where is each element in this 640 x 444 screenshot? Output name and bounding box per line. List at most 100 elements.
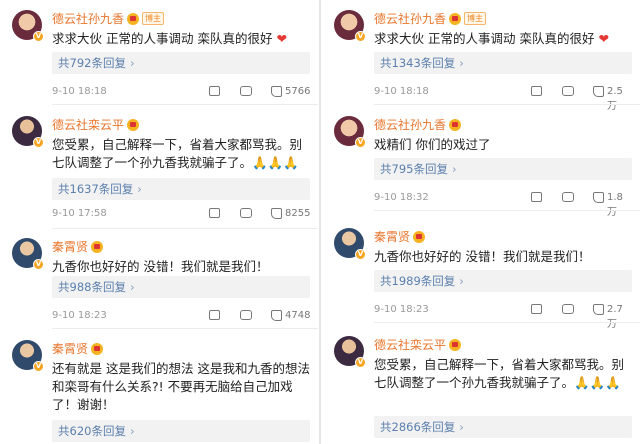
author-row: 秦霄贤 xyxy=(52,340,104,357)
view-replies-link[interactable]: 共792条回复 › xyxy=(52,52,310,74)
comment-text: 求求大伙 正常的人事调动 栾队真的很好 ❤ xyxy=(52,30,310,48)
author-row: 秦霄贤 xyxy=(52,238,104,255)
reply-count: 共1989条回复 xyxy=(380,274,456,288)
comment-text-content: 求求大伙 正常的人事调动 栾队真的很好 xyxy=(374,31,595,46)
chevron-right-icon: › xyxy=(137,182,142,196)
chevron-right-icon: › xyxy=(129,424,135,438)
share-icon[interactable] xyxy=(208,310,220,322)
author-row: 德云社栾云平 xyxy=(52,116,140,133)
verified-badge-icon: V xyxy=(33,137,44,148)
author-name[interactable]: 德云社孙九香 xyxy=(374,10,446,27)
view-replies-link[interactable]: 共1989条回复 › xyxy=(374,270,632,292)
author-name[interactable]: 德云社孙九香 xyxy=(52,10,124,27)
comment-text: 您受累，自己解释一下，省着大家都骂我。别七队调整了一个孙九香我就骗子了。🙏🙏🙏 xyxy=(374,356,632,392)
verified-badge-icon: V xyxy=(355,249,366,260)
heart-emoji: ❤ xyxy=(276,31,287,46)
right-column: V 德云社孙九香 博主求求大伙 正常的人事调动 栾队真的很好 ❤ 共1343条回复 › 9-… xyxy=(322,0,640,444)
comment-meta: 9-10 18:18 5766 xyxy=(52,86,310,100)
author-row: 德云社栾云平 xyxy=(374,336,462,353)
comment-icon[interactable] xyxy=(562,192,574,204)
share-icon[interactable] xyxy=(530,86,542,98)
thumb-up-icon[interactable] xyxy=(592,192,604,204)
verified-badge-icon: V xyxy=(33,259,44,270)
comment-separator xyxy=(52,328,318,329)
verified-badge-icon: V xyxy=(33,31,44,42)
thumb-up-icon[interactable] xyxy=(270,208,282,220)
share-icon[interactable] xyxy=(530,192,542,204)
author-name[interactable]: 德云社栾云平 xyxy=(374,336,446,353)
author-name[interactable]: 秦霄贤 xyxy=(374,228,410,245)
author-name[interactable]: 秦霄贤 xyxy=(52,238,88,255)
view-replies-link[interactable]: 共988条回复 › xyxy=(52,276,310,298)
author-row: 秦霄贤 xyxy=(374,228,426,245)
view-replies-link[interactable]: 共1343条回复 › xyxy=(374,52,632,74)
share-icon-shape xyxy=(530,304,542,314)
comment-separator xyxy=(52,104,318,105)
comment-time: 9-10 18:32 xyxy=(374,192,429,203)
author-name[interactable]: 德云社孙九香 xyxy=(374,116,446,133)
thumb-up-icon[interactable] xyxy=(270,86,282,98)
share-icon-shape xyxy=(208,310,220,320)
chevron-right-icon: › xyxy=(459,274,464,288)
thumb-up-icon[interactable] xyxy=(592,304,604,316)
avatar[interactable]: V xyxy=(334,336,366,368)
avatar[interactable]: V xyxy=(334,228,366,260)
view-replies-link[interactable]: 共2866条回复 › xyxy=(374,416,632,438)
author-row: 德云社孙九香 博主 xyxy=(374,10,487,27)
comment-icon[interactable] xyxy=(240,86,252,98)
column-divider xyxy=(319,0,321,444)
avatar[interactable]: V xyxy=(12,238,44,270)
thumb-up-icon[interactable] xyxy=(592,86,604,98)
thumb-up-icon-shape xyxy=(270,208,282,219)
comment-card: V 秦霄贤 还有就是 这是我们的想法 这是我和九香的想法 和栾哥有什么关系?! 不要… xyxy=(0,330,318,444)
comment-icon[interactable] xyxy=(562,304,574,316)
comment-time: 9-10 18:23 xyxy=(374,304,429,315)
comment-icon[interactable] xyxy=(240,310,252,322)
chevron-right-icon: › xyxy=(459,420,464,434)
reply-count: 共988条回复 xyxy=(58,280,126,294)
comment-icon[interactable] xyxy=(562,86,574,98)
comment-card: V 德云社孙九香 博主求求大伙 正常的人事调动 栾队真的很好 ❤ 共792条回复 › 9-1… xyxy=(0,0,318,106)
heart-emoji: ❤ xyxy=(598,31,609,46)
comment-meta: 9-10 18:23 4748 xyxy=(52,310,310,324)
view-replies-link[interactable]: 共795条回复 › xyxy=(374,158,632,180)
avatar[interactable]: V xyxy=(12,10,44,42)
share-icon[interactable] xyxy=(530,304,542,316)
comment-meta: 9-10 18:23 2.7万 xyxy=(374,304,632,330)
author-name[interactable]: 秦霄贤 xyxy=(52,340,88,357)
comment-icon-shape xyxy=(562,192,574,202)
like-count: 5766 xyxy=(285,86,311,97)
view-replies-link[interactable]: 共620条回复 › xyxy=(52,420,310,442)
reply-count: 共2866条回复 xyxy=(380,420,456,434)
comment-icon-shape xyxy=(562,304,574,314)
member-crown-icon xyxy=(91,240,104,253)
comment-text: 戏精们 你们的戏过了 xyxy=(374,136,632,154)
avatar[interactable]: V xyxy=(334,10,366,42)
view-replies-link[interactable]: 共1637条回复 › xyxy=(52,178,310,200)
reply-count: 共795条回复 xyxy=(380,162,448,176)
member-crown-icon xyxy=(449,118,462,131)
weibo-comments-screenshot: V 德云社孙九香 博主 求求大伙 正常的人事调动 栾队真的很好 ❤ 共792条回复 › 9-1… xyxy=(0,0,640,444)
share-icon-shape xyxy=(530,86,542,96)
comment-time: 9-10 18:18 xyxy=(52,86,107,97)
comment-text: 九香你也好好的 没错！我们就是我们！ xyxy=(374,248,632,266)
member-crown-icon xyxy=(91,342,104,355)
member-crown-icon xyxy=(127,118,140,131)
share-icon[interactable] xyxy=(208,208,220,220)
author-badge: 博主 xyxy=(142,12,165,25)
avatar[interactable]: V xyxy=(334,116,366,148)
comment-separator xyxy=(374,104,640,105)
comment-icon-shape xyxy=(240,310,252,320)
verified-badge-icon: V xyxy=(355,137,366,148)
comment-icon-shape xyxy=(240,208,252,218)
avatar[interactable]: V xyxy=(12,116,44,148)
thumb-up-icon[interactable] xyxy=(270,310,282,322)
reply-count: 共620条回复 xyxy=(58,424,126,438)
comment-text-content: 您受累，自己解释一下，省着大家都骂我。别七队调整了一个孙九香我就骗子了。🙏🙏🙏 xyxy=(374,357,625,390)
avatar[interactable]: V xyxy=(12,340,44,372)
author-name[interactable]: 德云社栾云平 xyxy=(52,116,124,133)
share-icon[interactable] xyxy=(208,86,220,98)
comment-icon[interactable] xyxy=(240,208,252,220)
chevron-right-icon: › xyxy=(459,56,464,70)
author-row: 德云社孙九香 博主 xyxy=(52,10,165,27)
